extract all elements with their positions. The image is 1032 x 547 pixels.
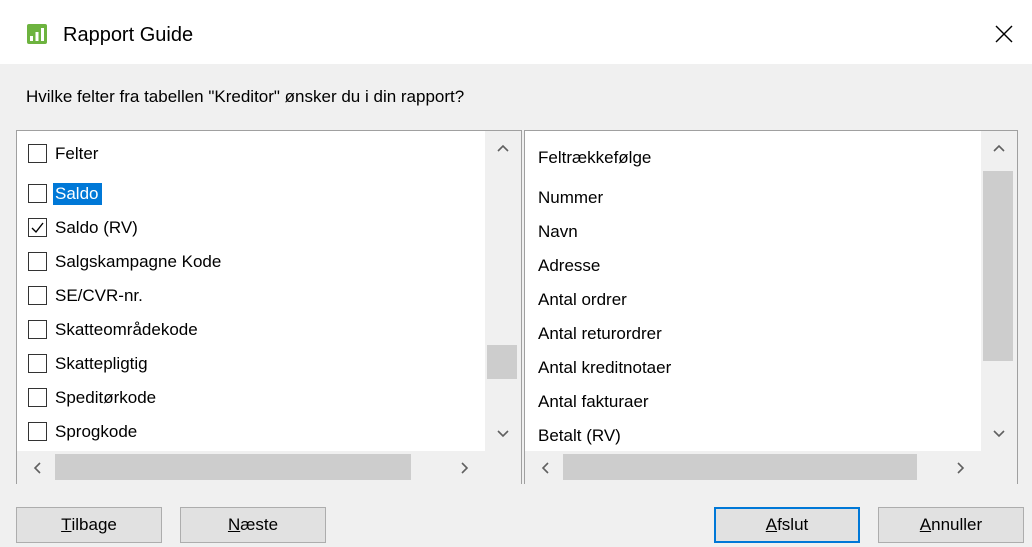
scroll-thumb[interactable] bbox=[487, 345, 517, 379]
fields-list-area: Felter Saldo Saldo (RV) Salgskampagne Ko… bbox=[17, 131, 485, 451]
field-checkbox[interactable] bbox=[28, 286, 47, 305]
scroll-right-button[interactable] bbox=[943, 451, 979, 485]
list-item[interactable]: Navn bbox=[538, 217, 578, 247]
scroll-thumb[interactable] bbox=[983, 171, 1013, 361]
fields-vertical-scrollbar[interactable] bbox=[485, 131, 521, 451]
field-order-vertical-scrollbar[interactable] bbox=[981, 131, 1017, 451]
scroll-thumb[interactable] bbox=[563, 454, 917, 480]
scrollbar-corner bbox=[981, 451, 1017, 485]
field-checkbox[interactable] bbox=[28, 184, 47, 203]
scroll-thumb[interactable] bbox=[55, 454, 411, 480]
field-checkbox[interactable] bbox=[28, 252, 47, 271]
chevron-right-icon bbox=[461, 462, 469, 474]
list-item[interactable]: Skattepligtig bbox=[17, 349, 485, 379]
field-checkbox[interactable] bbox=[28, 422, 47, 441]
chevron-left-icon bbox=[541, 462, 549, 474]
chevron-left-icon bbox=[33, 462, 41, 474]
chevron-down-icon bbox=[993, 430, 1005, 438]
cancel-label: nnuller bbox=[931, 515, 983, 534]
field-checkbox[interactable] bbox=[28, 388, 47, 407]
chevron-down-icon bbox=[497, 430, 509, 438]
field-label: Salgskampagne Kode bbox=[55, 252, 222, 271]
scroll-down-button[interactable] bbox=[981, 419, 1017, 449]
fields-header-label: Felter bbox=[55, 144, 99, 163]
field-order-list[interactable]: Feltrækkefølge Nummer Navn Adresse Antal… bbox=[524, 130, 1018, 485]
field-label: Sprogkode bbox=[55, 422, 138, 441]
finish-button[interactable]: Afslut bbox=[714, 507, 860, 543]
title-bar: Rapport Guide bbox=[0, 0, 1032, 64]
scrollbar-corner bbox=[485, 451, 521, 485]
list-item[interactable]: Nummer bbox=[538, 183, 603, 213]
list-item[interactable]: Saldo (RV) bbox=[17, 213, 485, 243]
close-icon bbox=[995, 25, 1013, 43]
scroll-up-button[interactable] bbox=[981, 133, 1017, 163]
field-checkbox[interactable] bbox=[28, 354, 47, 373]
window-title: Rapport Guide bbox=[63, 24, 194, 46]
finish-mnemonic: A bbox=[765, 515, 778, 534]
list-item[interactable]: Speditørkode bbox=[17, 383, 485, 413]
field-label: SE/CVR-nr. bbox=[55, 286, 143, 305]
list-item[interactable]: Antal fakturaer bbox=[538, 387, 649, 417]
back-mnemonic: T bbox=[61, 515, 72, 534]
list-item[interactable]: Adresse bbox=[538, 251, 600, 281]
field-order-horizontal-scrollbar[interactable] bbox=[525, 451, 981, 485]
fields-list[interactable]: Felter Saldo Saldo (RV) Salgskampagne Ko… bbox=[16, 130, 522, 485]
next-label: æste bbox=[240, 515, 279, 534]
field-checkbox[interactable] bbox=[28, 218, 47, 237]
list-item[interactable]: Antal kreditnotaer bbox=[538, 353, 671, 383]
scroll-right-button[interactable] bbox=[447, 451, 483, 485]
list-item[interactable]: Antal ordrer bbox=[538, 285, 627, 315]
back-label: ilbage bbox=[71, 515, 117, 534]
question-label: Hvilke felter fra tabellen "Kreditor" øn… bbox=[26, 87, 465, 106]
chevron-up-icon bbox=[993, 144, 1005, 152]
dialog-body: Hvilke felter fra tabellen "Kreditor" øn… bbox=[0, 64, 1032, 547]
scroll-up-button[interactable] bbox=[485, 133, 521, 163]
cancel-button[interactable]: Annuller bbox=[878, 507, 1024, 543]
scroll-left-button[interactable] bbox=[19, 451, 55, 485]
select-all-checkbox[interactable] bbox=[28, 144, 47, 163]
fields-header-row[interactable]: Felter bbox=[17, 139, 485, 169]
scroll-left-button[interactable] bbox=[527, 451, 563, 485]
rapport-guide-dialog: Rapport Guide Hvilke felter fra tabellen… bbox=[0, 0, 1032, 547]
field-order-list-area: Feltrækkefølge Nummer Navn Adresse Antal… bbox=[525, 131, 981, 451]
list-item[interactable]: Salgskampagne Kode bbox=[17, 247, 485, 277]
field-order-header: Feltrækkefølge bbox=[538, 148, 652, 167]
checkmark-icon bbox=[31, 222, 44, 234]
next-mnemonic: N bbox=[227, 515, 241, 534]
list-item[interactable]: Betalt (RV) bbox=[538, 421, 621, 451]
back-button[interactable]: Tilbage bbox=[16, 507, 162, 543]
field-label: Saldo bbox=[53, 183, 103, 205]
field-label: Saldo (RV) bbox=[55, 218, 138, 237]
fields-horizontal-scrollbar[interactable] bbox=[17, 451, 485, 485]
field-label: Skatteområdekode bbox=[55, 320, 198, 339]
next-button[interactable]: Næste bbox=[180, 507, 326, 543]
bar-chart-icon bbox=[27, 24, 47, 44]
list-item[interactable]: Saldo bbox=[17, 179, 485, 209]
list-item[interactable]: Antal returordrer bbox=[538, 319, 662, 349]
scroll-down-button[interactable] bbox=[485, 419, 521, 449]
list-item[interactable]: Skatteområdekode bbox=[17, 315, 485, 345]
cancel-mnemonic: A bbox=[919, 515, 932, 534]
list-item[interactable]: SE/CVR-nr. bbox=[17, 281, 485, 311]
chevron-right-icon bbox=[957, 462, 965, 474]
field-label: Speditørkode bbox=[55, 388, 157, 407]
field-label: Skattepligtig bbox=[55, 354, 148, 373]
chevron-up-icon bbox=[497, 144, 509, 152]
field-checkbox[interactable] bbox=[28, 320, 47, 339]
close-button[interactable] bbox=[982, 14, 1026, 54]
finish-label: fslut bbox=[777, 515, 809, 534]
list-item[interactable]: Sprogkode bbox=[17, 417, 485, 447]
